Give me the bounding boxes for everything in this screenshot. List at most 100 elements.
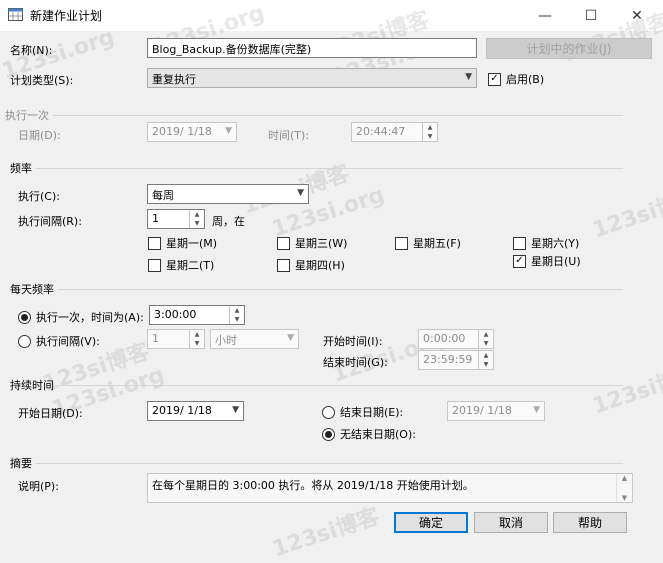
daily-start-label: 开始时间(I): xyxy=(323,335,383,348)
cancel-button[interactable]: 取消 xyxy=(474,512,548,533)
close-button[interactable]: ✕ xyxy=(614,0,660,31)
up-arrow-icon[interactable]: ▲ xyxy=(230,306,244,315)
recur-label: 执行间隔(R): xyxy=(18,215,82,228)
scroll-down-icon[interactable]: ▼ xyxy=(622,494,627,502)
daily-end-spinner[interactable]: ▲ ▼ xyxy=(478,351,493,369)
daily-end-input[interactable]: 23:59:59 ▲ ▼ xyxy=(418,350,494,370)
friday-label: 星期五(F) xyxy=(413,237,461,250)
maximize-button[interactable]: ☐ xyxy=(568,0,614,31)
enabled-option[interactable]: ✓ 启用(B) xyxy=(488,71,544,87)
once-time-input[interactable]: 20:44:47 ▲ ▼ xyxy=(351,122,438,142)
daily-once-radio[interactable] xyxy=(18,310,31,324)
day-friday-option[interactable]: 星期五(F) xyxy=(395,235,461,251)
no-end-date-label: 无结束日期(O): xyxy=(340,428,416,441)
daily-every-unit-select[interactable]: 小时 ▼ xyxy=(210,329,299,349)
help-button[interactable]: 帮助 xyxy=(553,512,627,533)
name-label: 名称(N): xyxy=(10,44,53,57)
down-arrow-icon[interactable]: ▼ xyxy=(190,219,204,228)
daily-every-radio[interactable] xyxy=(18,334,31,348)
jobs-in-schedule-button[interactable]: 计划中的作业(J) xyxy=(486,38,652,59)
description-textbox[interactable]: 在每个星期日的 3:00:00 执行。将从 2019/1/18 开始使用计划。 … xyxy=(147,473,633,503)
daily-every-unit-value: 小时 xyxy=(215,334,237,347)
end-date-option[interactable]: 结束日期(E): xyxy=(322,404,403,420)
no-end-date-radio[interactable] xyxy=(322,427,335,441)
down-arrow-icon[interactable]: ▼ xyxy=(479,360,493,369)
daily-start-value: 0:00:00 xyxy=(423,332,466,345)
name-input[interactable]: Blog_Backup.备份数据库(完整) xyxy=(147,38,477,58)
up-arrow-icon[interactable]: ▲ xyxy=(423,123,437,132)
up-arrow-icon[interactable]: ▲ xyxy=(479,351,493,360)
sunday-checkbox[interactable]: ✓ xyxy=(513,254,526,268)
schedule-type-value: 重复执行 xyxy=(152,73,196,86)
down-arrow-icon[interactable]: ▼ xyxy=(423,132,437,141)
daily-every-option[interactable]: 执行间隔(V): xyxy=(18,333,100,349)
duration-section-title: 持续时间 xyxy=(10,379,54,392)
enabled-checkbox[interactable]: ✓ xyxy=(488,72,501,86)
up-arrow-icon[interactable]: ▲ xyxy=(190,330,204,339)
wednesday-checkbox[interactable] xyxy=(277,236,290,250)
down-arrow-icon[interactable]: ▼ xyxy=(190,339,204,348)
scroll-up-icon[interactable]: ▲ xyxy=(622,474,627,482)
day-wednesday-option[interactable]: 星期三(W) xyxy=(277,235,347,251)
daily-start-spinner[interactable]: ▲ ▼ xyxy=(478,330,493,348)
daily-once-time-value: 3:00:00 xyxy=(154,308,197,321)
occurs-value: 每周 xyxy=(152,189,174,202)
monday-label: 星期一(M) xyxy=(166,237,218,250)
daily-start-input[interactable]: 0:00:00 ▲ ▼ xyxy=(418,329,494,349)
summary-section-header: 摘要 xyxy=(10,455,623,471)
friday-checkbox[interactable] xyxy=(395,236,408,250)
recur-input[interactable]: 1 ▲ ▼ xyxy=(147,209,205,229)
watermark-text: 123si博客 xyxy=(269,504,383,563)
window-title: 新建作业计划 xyxy=(30,9,103,23)
down-arrow-icon[interactable]: ▼ xyxy=(230,315,244,324)
down-arrow-icon[interactable]: ▼ xyxy=(479,339,493,348)
wednesday-label: 星期三(W) xyxy=(295,237,348,250)
minimize-button[interactable]: — xyxy=(522,0,568,31)
daily-once-option[interactable]: 执行一次，时间为(A): xyxy=(18,309,144,325)
description-scrollbar[interactable]: ▲ ▼ xyxy=(616,474,632,502)
tuesday-label: 星期二(T) xyxy=(166,259,215,272)
end-date-label: 结束日期(E): xyxy=(340,406,404,419)
day-saturday-option[interactable]: 星期六(Y) xyxy=(513,235,579,251)
no-end-date-option[interactable]: 无结束日期(O): xyxy=(322,426,416,442)
recur-spinner[interactable]: ▲ ▼ xyxy=(189,210,204,228)
once-time-spinner[interactable]: ▲ ▼ xyxy=(422,123,437,141)
once-date-picker[interactable]: 2019/ 1/18 ▼ xyxy=(147,122,237,142)
daily-once-time-input[interactable]: 3:00:00 ▲ ▼ xyxy=(149,305,245,325)
frequency-section-title: 频率 xyxy=(10,162,32,175)
once-date-label: 日期(D): xyxy=(18,129,61,142)
thursday-checkbox[interactable] xyxy=(277,258,290,272)
ok-button[interactable]: 确定 xyxy=(394,512,468,533)
day-tuesday-option[interactable]: 星期二(T) xyxy=(148,257,214,273)
thursday-label: 星期四(H) xyxy=(295,259,345,272)
daily-section-title: 每天频率 xyxy=(10,283,54,296)
duration-start-label: 开始日期(D): xyxy=(18,407,83,420)
daily-every-input[interactable]: 1 ▲ ▼ xyxy=(147,329,205,349)
duration-end-value: 2019/ 1/18 xyxy=(452,404,512,417)
occurs-label: 执行(C): xyxy=(18,190,60,203)
duration-end-date-picker[interactable]: 2019/ 1/18 ▼ xyxy=(447,401,545,421)
description-text: 在每个星期日的 3:00:00 执行。将从 2019/1/18 开始使用计划。 xyxy=(152,479,474,492)
end-date-radio[interactable] xyxy=(322,405,335,419)
chevron-down-icon: ▼ xyxy=(232,405,239,415)
enabled-label: 启用(B) xyxy=(506,73,545,86)
schedule-type-select[interactable]: 重复执行 ▼ xyxy=(147,68,477,88)
day-sunday-option[interactable]: ✓ 星期日(U) xyxy=(513,253,581,269)
saturday-checkbox[interactable] xyxy=(513,236,526,250)
daily-section-header: 每天频率 xyxy=(10,281,623,297)
up-arrow-icon[interactable]: ▲ xyxy=(479,330,493,339)
day-thursday-option[interactable]: 星期四(H) xyxy=(277,257,345,273)
daily-once-spinner[interactable]: ▲ ▼ xyxy=(229,306,244,324)
occurs-select[interactable]: 每周 ▼ xyxy=(147,184,309,204)
recur-unit: 周，在 xyxy=(212,215,245,228)
chevron-down-icon: ▼ xyxy=(465,72,472,82)
once-time-value: 20:44:47 xyxy=(356,125,406,138)
day-monday-option[interactable]: 星期一(M) xyxy=(148,235,217,251)
once-section-header: 执行一次 xyxy=(5,107,623,123)
daily-every-spinner[interactable]: ▲ ▼ xyxy=(189,330,204,348)
monday-checkbox[interactable] xyxy=(148,236,161,250)
duration-start-date-picker[interactable]: 2019/ 1/18 ▼ xyxy=(147,401,244,421)
up-arrow-icon[interactable]: ▲ xyxy=(190,210,204,219)
tuesday-checkbox[interactable] xyxy=(148,258,161,272)
schedule-type-label: 计划类型(S): xyxy=(10,74,74,87)
